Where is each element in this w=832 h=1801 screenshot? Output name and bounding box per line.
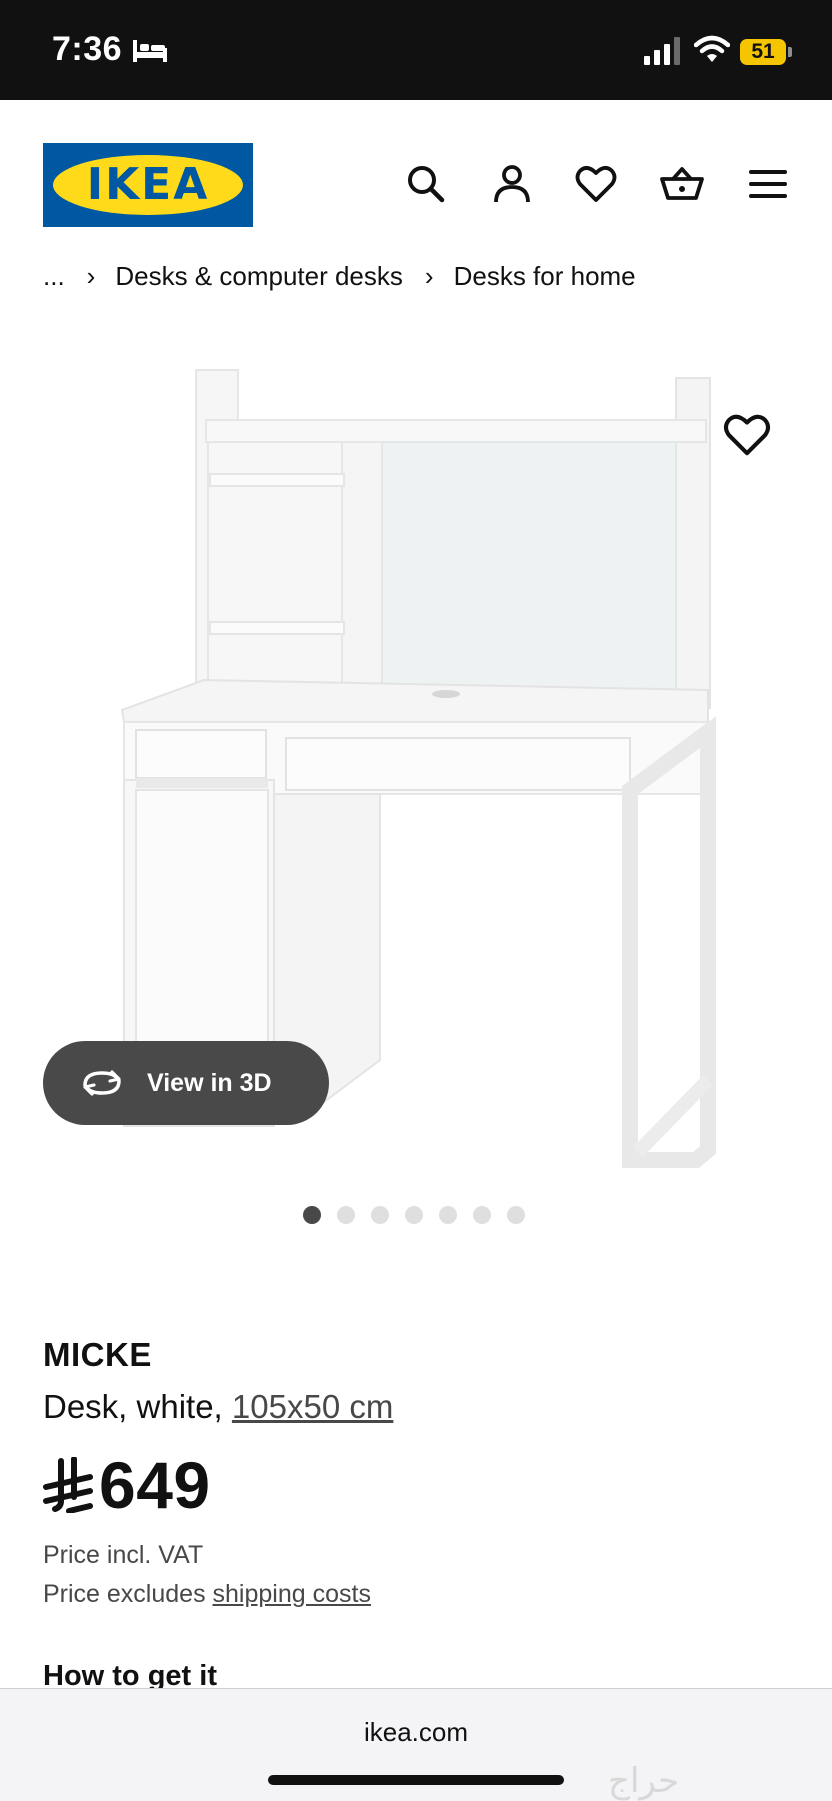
breadcrumb-desks-computer-desks[interactable]: Desks & computer desks: [115, 261, 403, 292]
price-value: 649: [99, 1448, 211, 1522]
gallery-dot-2[interactable]: [337, 1206, 355, 1224]
breadcrumb-ellipsis[interactable]: ...: [43, 261, 65, 292]
shipping-note: Price excludes shipping costs: [43, 1580, 371, 1609]
home-indicator[interactable]: [268, 1775, 564, 1785]
wifi-icon: [693, 34, 731, 69]
gallery-dot-4[interactable]: [405, 1206, 423, 1224]
wishlist-heart-icon[interactable]: [574, 162, 618, 206]
watermark: حراج: [608, 1761, 680, 1801]
view-in-3d-button[interactable]: View in 3D: [43, 1041, 329, 1125]
browser-address-bar[interactable]: ikea.com حراج: [0, 1688, 832, 1801]
product-description-text: Desk, white,: [43, 1388, 232, 1425]
cart-basket-icon[interactable]: [660, 162, 704, 206]
product-name: MICKE: [43, 1336, 152, 1373]
breadcrumb-desks-for-home[interactable]: Desks for home: [454, 261, 636, 292]
chevron-right-icon: ›: [86, 260, 96, 291]
chevron-right-icon: ›: [424, 260, 434, 291]
gallery-dot-1[interactable]: [303, 1206, 321, 1224]
breadcrumb: ... › Desks & computer desks › Desks for…: [43, 258, 636, 294]
battery-level: 51: [751, 40, 775, 63]
gallery-pagination-dots: [303, 1206, 541, 1226]
ikea-logo[interactable]: IKEA: [43, 143, 253, 227]
gallery-dot-5[interactable]: [439, 1206, 457, 1224]
price-vat-note: Price incl. VAT: [43, 1541, 204, 1569]
search-icon[interactable]: [404, 162, 448, 206]
gallery-dot-7[interactable]: [507, 1206, 525, 1224]
status-time: 7:36: [52, 30, 123, 68]
saudi-riyal-icon: [43, 1457, 93, 1513]
product-price: 649: [43, 1445, 211, 1525]
status-bar: 7:36 51: [0, 0, 832, 100]
shipping-costs-link[interactable]: shipping costs: [213, 1580, 371, 1608]
site-header: IKEA: [0, 100, 832, 250]
battery-tip: [788, 47, 792, 57]
gallery-dot-6[interactable]: [473, 1206, 491, 1224]
signal-icon: [643, 36, 683, 71]
product-description: Desk, white, 105x50 cm: [43, 1388, 393, 1426]
product-size-link[interactable]: 105x50 cm: [232, 1388, 393, 1425]
url-text[interactable]: ikea.com: [0, 1717, 832, 1748]
bed-icon: [132, 38, 168, 69]
favorite-heart-icon[interactable]: [722, 410, 772, 460]
account-icon[interactable]: [490, 162, 534, 206]
logo-text: IKEA: [86, 159, 210, 210]
shipping-prefix: Price excludes: [43, 1580, 213, 1608]
rotate-3d-icon: [83, 1070, 121, 1096]
menu-icon[interactable]: [746, 162, 790, 206]
gallery-dot-3[interactable]: [371, 1206, 389, 1224]
view-in-3d-label: View in 3D: [147, 1068, 272, 1097]
